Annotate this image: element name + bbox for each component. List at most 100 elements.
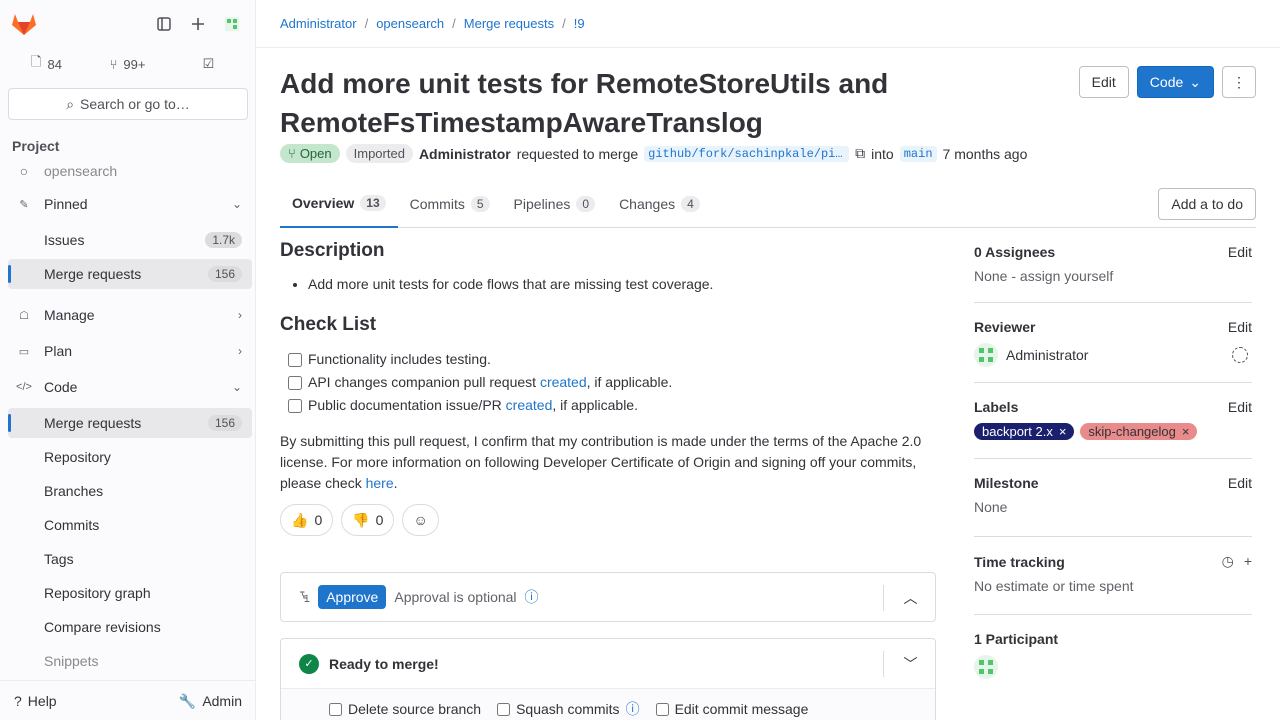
pin-icon: ✎ (19, 198, 29, 211)
squash-commits-option[interactable]: Squash commits ⓘ (497, 699, 640, 719)
admin-button[interactable]: 🔧 Admin (173, 687, 248, 715)
copy-branch-icon[interactable]: ⧉ (855, 145, 865, 162)
sidebar-item-merge-requests[interactable]: Merge requests 156 (8, 259, 252, 289)
project-name-item[interactable]: ○ opensearch (8, 156, 252, 186)
breadcrumb-item-project[interactable]: opensearch (376, 16, 444, 31)
labels-edit-button[interactable]: Edit (1228, 399, 1252, 415)
add-time-icon[interactable]: + (1244, 553, 1252, 570)
add-reaction-button[interactable]: ☺ (402, 504, 439, 536)
task-checkbox[interactable] (288, 352, 302, 367)
option-label: Squash commits (516, 701, 620, 717)
option-label: Delete source branch (348, 701, 482, 717)
breadcrumb-item-admin[interactable]: Administrator (280, 16, 357, 31)
new-item-icon[interactable] (182, 8, 214, 40)
sidebar-item-commits[interactable]: Commits (8, 510, 252, 540)
delete-source-branch-option[interactable]: Delete source branch (329, 701, 481, 717)
checklist-item: API changes companion pull request creat… (280, 371, 936, 394)
todo-count-button[interactable]: ☑ (170, 48, 247, 80)
sidebar-item-branches[interactable]: Branches (8, 476, 252, 506)
task-checkbox[interactable] (288, 398, 302, 413)
merge-request-icon: ⑂ (109, 56, 118, 72)
sidebar-item-issues[interactable]: Issues 1.7k (8, 225, 252, 255)
chevron-up-icon[interactable]: ︿ (883, 585, 923, 611)
created-link[interactable]: created (540, 374, 587, 390)
help-circle-icon[interactable]: ⓘ (525, 587, 539, 607)
sidebar-item-compare-revisions[interactable]: Compare revisions (8, 612, 252, 642)
issues-count-button[interactable]: 🗋 84 (8, 48, 85, 80)
close-icon[interactable]: × (1059, 424, 1067, 439)
sidebar-item-label: Repository graph (44, 585, 151, 601)
milestone-edit-button[interactable]: Edit (1228, 475, 1252, 491)
sidebar-item-label: Compare revisions (44, 619, 161, 635)
tab-pipelines[interactable]: Pipelines 0 (502, 180, 608, 228)
add-todo-button[interactable]: Add a to do (1158, 188, 1256, 220)
merge-requests-count-button[interactable]: ⑂ 99+ (89, 48, 166, 80)
checklist-text: API changes companion pull request (308, 374, 537, 390)
help-button[interactable]: ? Help (8, 687, 63, 715)
issues-icon: 🗋 (31, 54, 42, 69)
sidebar-item-label: Merge requests (44, 415, 142, 431)
approval-icon: ꔃ (299, 588, 311, 605)
source-branch-link[interactable]: github/fork/sachinpkale/pin… (644, 145, 850, 162)
mr-tabs: Overview 13 Commits 5 Pipelines 0 Changes 4 (280, 180, 1256, 228)
into-text: into (871, 145, 894, 162)
thumbsdown-button[interactable]: 👎 0 (341, 504, 395, 536)
sidebar-item-label: Branches (44, 483, 104, 499)
approve-button[interactable]: Approve (318, 585, 387, 609)
sidebar-item-manage[interactable]: ☖ Manage › (8, 300, 252, 330)
author-link[interactable]: Administrator (419, 146, 511, 162)
assignees-value[interactable]: None - assign yourself (974, 268, 1252, 284)
edit-commit-message-option[interactable]: Edit commit message (655, 701, 809, 717)
label-chip[interactable]: skip-changelog × (1080, 423, 1198, 440)
sidebar-item-snippets[interactable]: Snippets (8, 646, 252, 676)
tab-commits[interactable]: Commits 5 (398, 180, 502, 228)
breadcrumb-item-mrs[interactable]: Merge requests (464, 16, 554, 31)
thumbsdown-count: 0 (375, 512, 384, 528)
target-branch-link[interactable]: main (899, 145, 937, 162)
labels-section: Labels Edit backport 2.x × skip-changelog × (974, 382, 1252, 440)
tab-changes[interactable]: Changes 4 (607, 180, 712, 228)
participant-avatar[interactable] (974, 655, 998, 679)
sidebar-item-repository[interactable]: Repository (8, 442, 252, 472)
time-tracking-value: No estimate or time spent (974, 578, 1134, 594)
assignees-section: 0 Assignees Edit None - assign yourself (974, 244, 1252, 284)
reviewer-name[interactable]: Administrator (1006, 347, 1088, 363)
edit-button[interactable]: Edit (1078, 66, 1129, 98)
checkbox[interactable] (497, 702, 511, 716)
sidebar-item-tags[interactable]: Tags (8, 544, 252, 574)
breadcrumb-item-mr[interactable]: !9 (574, 16, 585, 31)
gitlab-logo[interactable] (8, 8, 40, 40)
user-avatar[interactable] (216, 8, 248, 40)
thumbsup-button[interactable]: 👍 0 (280, 504, 334, 536)
sidebar-item-label: Issues (44, 232, 85, 248)
here-link[interactable]: here (366, 475, 394, 491)
close-icon[interactable]: × (1182, 424, 1190, 439)
sidebar-item-plan[interactable]: ▭ Plan › (8, 336, 252, 366)
search-button[interactable]: ⌕ Search or go to… (8, 88, 248, 120)
sidebar-item-label: Repository (44, 449, 111, 465)
sidebar-item-pinned[interactable]: ✎ Pinned ⌄ (8, 189, 252, 219)
assignees-edit-button[interactable]: Edit (1228, 244, 1252, 260)
task-checkbox[interactable] (288, 375, 302, 390)
option-label: Edit commit message (674, 701, 809, 717)
reviewer-avatar[interactable] (974, 343, 998, 367)
more-actions-button[interactable]: ⋮ (1222, 66, 1256, 98)
reviewer-edit-button[interactable]: Edit (1228, 319, 1252, 335)
checkbox[interactable] (655, 702, 669, 716)
sidebar-item-merge-requests[interactable]: Merge requests 156 (8, 408, 252, 438)
chevron-down-icon: ⌄ (1189, 73, 1201, 90)
label-chip[interactable]: backport 2.x × (974, 423, 1075, 440)
tab-overview[interactable]: Overview 13 (280, 180, 398, 228)
sidebar-toggle-icon[interactable] (148, 8, 180, 40)
sidebar-item-code[interactable]: </> Code ⌄ (8, 372, 252, 402)
sidebar-item-label: Merge requests (44, 266, 142, 282)
help-circle-icon[interactable]: ⓘ (626, 699, 640, 719)
clock-icon[interactable]: ◷ (1222, 553, 1234, 570)
created-link[interactable]: created (506, 397, 553, 413)
sidebar-item-repository-graph[interactable]: Repository graph (8, 578, 252, 608)
thumbsdown-icon: 👎 (352, 511, 370, 528)
chevron-down-icon[interactable]: ﹀ (883, 651, 923, 677)
code-dropdown-button[interactable]: Code ⌄ (1136, 66, 1214, 98)
checkbox[interactable] (329, 702, 342, 716)
project-name: opensearch (44, 163, 118, 179)
